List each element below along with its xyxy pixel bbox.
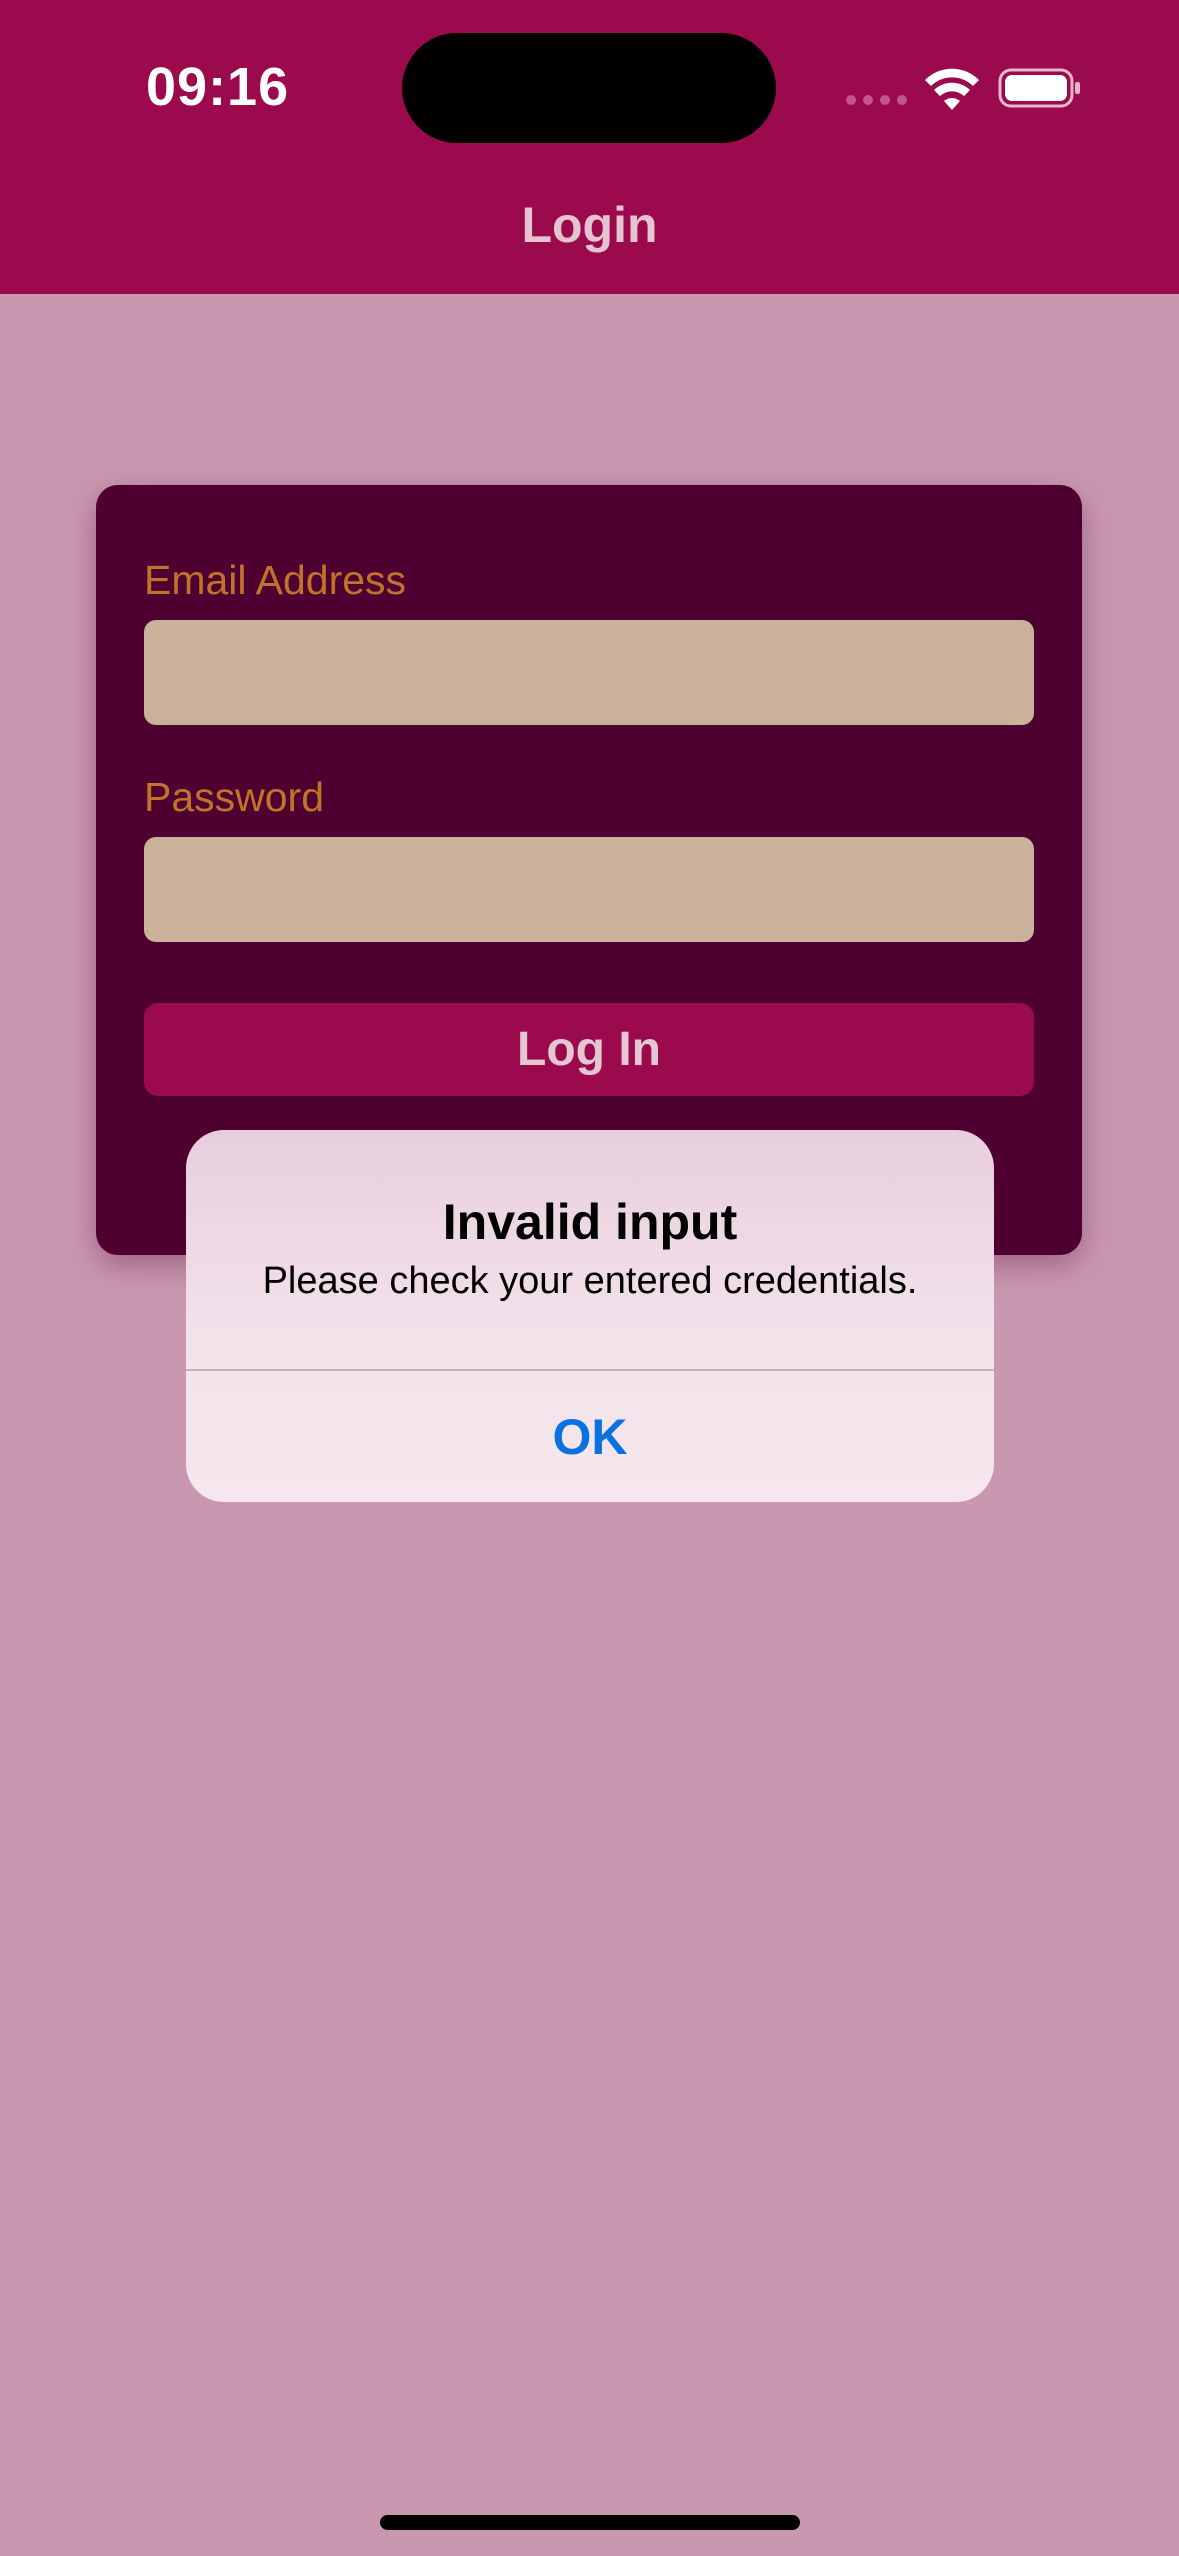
status-time: 09:16	[146, 57, 290, 117]
home-indicator[interactable]	[380, 2515, 800, 2530]
login-button[interactable]: Log In	[144, 1003, 1034, 1096]
alert-title: Invalid input	[442, 1194, 738, 1250]
signal-icon	[846, 95, 907, 105]
dynamic-island	[402, 33, 776, 143]
page-title: Login	[521, 197, 658, 253]
wifi-icon	[925, 68, 979, 110]
email-field[interactable]	[144, 620, 1034, 725]
email-label: Email Address	[144, 557, 407, 603]
alert-ok-button[interactable]: OK	[186, 1371, 994, 1502]
alert-dialog: Invalid input Please check your entered …	[186, 1130, 994, 1502]
password-field[interactable]	[144, 837, 1034, 942]
password-label: Password	[144, 774, 325, 820]
navigation-header: 09:16 Login	[0, 0, 1179, 294]
battery-icon	[998, 68, 1080, 108]
alert-message: Please check your entered credentials.	[262, 1260, 918, 1302]
